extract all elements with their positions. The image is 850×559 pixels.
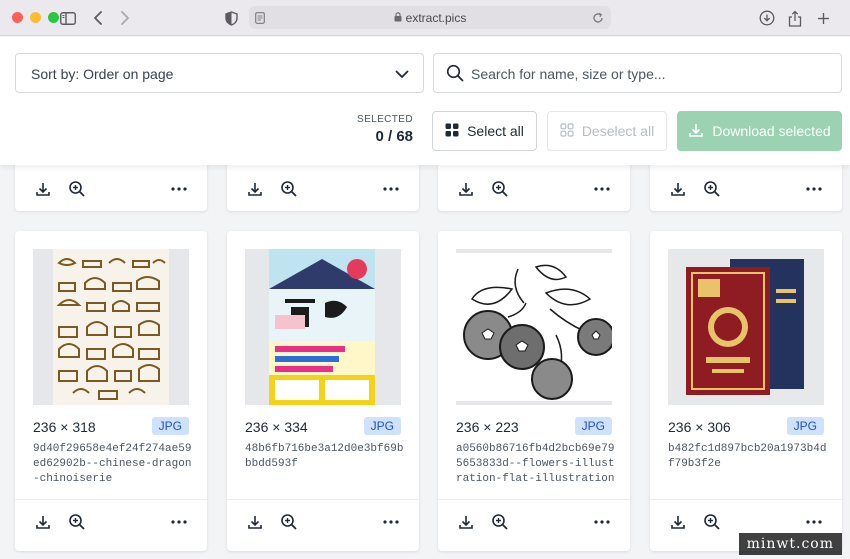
sort-label: Sort by: Order on page	[31, 66, 174, 82]
close-window-button[interactable]	[12, 12, 23, 23]
watermark: minwt.com	[738, 533, 842, 555]
zoom-icon[interactable]	[702, 512, 722, 532]
file-type-badge: JPG	[151, 417, 189, 435]
more-icon[interactable]	[592, 512, 612, 532]
more-icon[interactable]	[169, 179, 189, 199]
toolbar-panel: Sort by: Order on page SELECTED 0 / 68 S…	[0, 37, 850, 165]
search-icon	[446, 64, 464, 87]
search-input[interactable]	[471, 61, 831, 87]
file-type-badge: JPG	[363, 417, 401, 435]
image-thumbnail[interactable]	[245, 249, 401, 405]
download-icon[interactable]	[456, 179, 476, 199]
url-text: extract.pics	[249, 11, 611, 25]
download-icon[interactable]	[33, 179, 53, 199]
more-icon[interactable]	[381, 179, 401, 199]
url-value: extract.pics	[405, 11, 467, 25]
download-icon	[688, 122, 704, 141]
download-icon[interactable]	[668, 512, 688, 532]
select-all-label: Select all	[467, 123, 524, 139]
back-icon[interactable]	[88, 8, 108, 28]
image-card[interactable]: 236 × 306 JPG b482fc1d897bcb20a1973b4df7…	[650, 231, 842, 551]
selected-count: 0 / 68	[375, 128, 413, 145]
more-icon[interactable]	[381, 512, 401, 532]
file-type-badge: JPG	[786, 417, 824, 435]
search-field[interactable]	[433, 53, 842, 93]
file-name: 48b6fb716be3a12d0e3bf69bbbdd593f	[245, 443, 404, 470]
file-name: b482fc1d897bcb20a1973b4df79b3f2e	[668, 443, 827, 470]
image-dimensions: 236 × 334	[245, 419, 308, 435]
lock-icon	[394, 12, 402, 25]
zoom-icon[interactable]	[67, 179, 87, 199]
minimize-window-button[interactable]	[30, 12, 41, 23]
image-thumbnail[interactable]	[33, 249, 189, 405]
image-dimensions: 236 × 223	[456, 419, 519, 435]
more-icon[interactable]	[592, 179, 612, 199]
download-icon[interactable]	[456, 512, 476, 532]
shield-icon[interactable]	[221, 8, 241, 28]
image-thumbnail[interactable]	[456, 249, 612, 405]
image-dimensions: 236 × 318	[33, 419, 96, 435]
grid-outline-icon	[560, 122, 574, 140]
selected-counter: SELECTED 0 / 68	[330, 114, 413, 145]
file-name: a0560b86716fb4d2bcb69e795653833d--flower…	[456, 443, 615, 485]
download-icon[interactable]	[668, 179, 688, 199]
browser-toolbar: extract.pics	[0, 0, 850, 36]
zoom-icon[interactable]	[279, 179, 299, 199]
file-name: 9d40f29658e4ef24f274ae59ed62902b--chines…	[33, 443, 192, 485]
zoom-icon[interactable]	[67, 512, 87, 532]
chevron-down-icon	[395, 66, 409, 84]
forward-icon[interactable]	[115, 8, 135, 28]
download-icon[interactable]	[245, 179, 265, 199]
share-icon[interactable]	[785, 8, 805, 28]
image-card[interactable]: 236 × 334 JPG 48b6fb716be3a12d0e3bf69bbb…	[227, 231, 419, 551]
download-selected-label: Download selected	[712, 123, 831, 139]
zoom-icon[interactable]	[490, 512, 510, 532]
image-dimensions: 236 × 306	[668, 419, 731, 435]
zoom-icon[interactable]	[279, 512, 299, 532]
address-bar[interactable]: extract.pics	[249, 6, 611, 29]
download-icon[interactable]	[245, 512, 265, 532]
select-all-button[interactable]: Select all	[432, 111, 537, 151]
image-card[interactable]: 236 × 223 JPG a0560b86716fb4d2bcb69e7956…	[438, 231, 630, 551]
more-icon[interactable]	[169, 512, 189, 532]
sort-select[interactable]: Sort by: Order on page	[15, 53, 424, 93]
sidebar-icon[interactable]	[58, 8, 78, 28]
zoom-icon[interactable]	[702, 179, 722, 199]
more-icon[interactable]	[804, 512, 824, 532]
reload-icon[interactable]	[592, 11, 604, 29]
deselect-all-button[interactable]: Deselect all	[547, 111, 667, 151]
image-thumbnail[interactable]	[668, 249, 824, 405]
downloads-icon[interactable]	[757, 8, 777, 28]
more-icon[interactable]	[804, 179, 824, 199]
grid-icon	[445, 123, 459, 140]
file-type-badge: JPG	[574, 417, 612, 435]
deselect-all-label: Deselect all	[581, 123, 655, 139]
new-tab-icon[interactable]	[813, 8, 833, 28]
download-icon[interactable]	[33, 512, 53, 532]
image-card[interactable]: 236 × 318 JPG 9d40f29658e4ef24f274ae59ed…	[15, 231, 207, 551]
zoom-icon[interactable]	[490, 179, 510, 199]
selected-label: SELECTED	[357, 114, 413, 125]
download-selected-button[interactable]: Download selected	[677, 111, 842, 151]
